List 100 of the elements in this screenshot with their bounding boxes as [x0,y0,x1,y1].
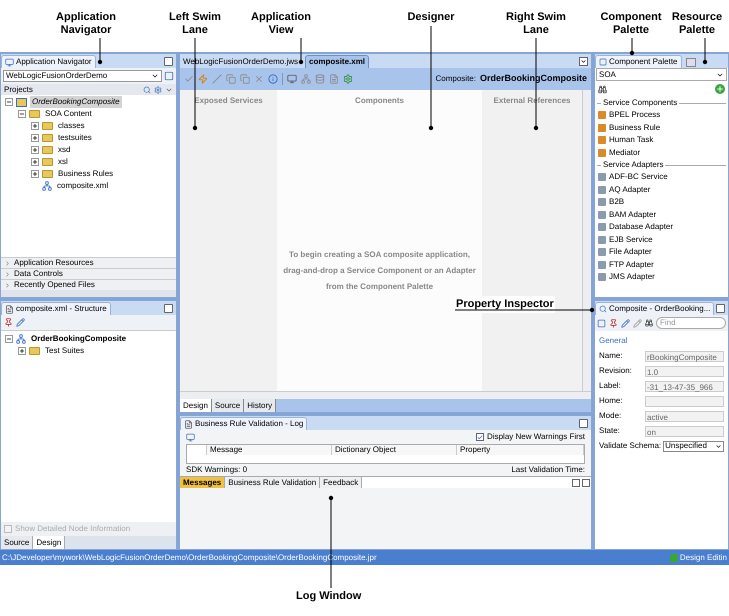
minimize-icon[interactable] [579,419,588,428]
collapse-icon[interactable] [5,98,13,106]
collapse-icon[interactable] [18,110,26,118]
category-dropdown[interactable]: SOA [596,68,727,81]
palette-item[interactable]: ADF-BC Service [595,171,728,184]
column-header[interactable]: Message [207,445,332,455]
tree-item[interactable]: OrderBookingComposite [29,333,128,345]
panel-tab[interactable]: Business Rule Validation - Log [180,417,308,430]
accordion-header[interactable]: Data Controls [1,268,176,279]
accordion-header[interactable]: Application Resources [1,257,176,268]
tree-item[interactable]: xsd [56,144,72,156]
callout-label: Application Navigator [55,11,117,37]
tree-item[interactable]: xsl [56,156,70,168]
expand-icon[interactable] [31,170,39,178]
schema-dropdown[interactable]: Unspecified [663,440,724,452]
palette-item[interactable]: Human Task [595,134,728,146]
view-tab[interactable]: Design [33,536,66,549]
tree-item[interactable]: SOA Content [43,108,94,120]
property-field[interactable]: 1.0 [645,366,724,376]
property-field[interactable] [645,396,724,406]
view-icon[interactable] [164,71,174,81]
monitor-icon[interactable] [287,74,297,84]
expand-icon[interactable] [31,158,39,166]
dropdown-icon[interactable] [579,57,588,66]
tree-item[interactable]: classes [56,120,87,132]
pin-icon[interactable] [4,318,13,327]
find-field[interactable]: Find [656,317,726,329]
panel-tab[interactable]: Composite - OrderBooking... [595,302,714,315]
leader-line [630,38,634,56]
add-icon[interactable] [715,84,725,94]
accordion-header[interactable]: Recently Opened Files [1,279,176,290]
resource-tab-icon[interactable] [686,58,696,67]
app-icon[interactable] [5,58,14,66]
palette-item[interactable]: File Adapter [595,246,728,258]
tree-item[interactable]: testsuites [56,132,94,144]
checkbox-label: Show Detailed Node Information [15,523,130,535]
collapse-icon[interactable] [5,335,13,343]
log-tab[interactable]: Business Rule Validation [225,477,320,488]
property-field[interactable]: active [645,410,724,422]
editor-mode: Design Editin [670,552,727,564]
palette-item[interactable]: AQ Adapter [595,184,728,196]
expand-icon[interactable] [31,146,39,154]
mode-icon [670,554,678,562]
project-icon [16,98,27,106]
search-icon[interactable] [143,86,151,94]
structure-icon[interactable] [5,304,14,314]
column-header[interactable]: Property [457,445,584,455]
projects-header[interactable]: Projects [4,84,33,96]
palette-item[interactable]: BPEL Process [595,109,728,122]
scroll-left-icon[interactable] [572,478,580,486]
property-field[interactable]: on [645,426,724,436]
inspector-icon[interactable] [599,305,607,313]
palette-item[interactable]: EJB Service [595,234,728,246]
select-icon[interactable] [597,318,606,328]
view-tab[interactable]: Source [212,399,244,412]
tree-item[interactable]: composite.xml [55,180,110,192]
pencil-icon[interactable] [633,318,642,328]
palette-item[interactable]: Mediator [595,146,728,159]
palette-item[interactable]: JMS Adapter [595,271,728,284]
log-tab[interactable]: Feedback [320,477,362,488]
settings-icon[interactable] [343,74,353,84]
settings-icon[interactable] [154,86,162,94]
view-tab[interactable]: Design [180,399,212,412]
edit-icon[interactable] [621,318,630,328]
scroll-right-icon[interactable] [582,478,590,486]
pin-icon[interactable] [609,318,618,328]
panel-tab[interactable]: Application Navigator [1,55,96,68]
check-icon[interactable] [184,74,194,84]
palette-item[interactable]: Database Adapter [595,221,728,234]
tree-item[interactable]: OrderBookingComposite [30,96,122,108]
column-header[interactable]: Dictionary Object [332,445,457,455]
application-dropdown[interactable]: WebLogicFusionOrderDemo [3,70,162,82]
monitor-icon[interactable] [186,432,195,442]
minimize-icon[interactable] [164,57,173,66]
panel-tab[interactable]: composite.xml - Structure [1,302,111,315]
view-tab[interactable]: Source [1,536,34,549]
folder-icon [42,170,53,178]
edit-icon[interactable] [16,318,25,327]
editor-tab[interactable]: composite.xml [305,55,370,68]
palette-item[interactable]: Business Rule [595,122,728,134]
binoculars-icon[interactable] [645,319,653,327]
panel-tab[interactable]: Component Palette [595,55,682,68]
palette-item[interactable]: FTP Adapter [595,258,728,271]
property-field[interactable]: rBookingComposite [645,350,724,362]
log-icon[interactable] [184,420,193,428]
palette-item[interactable]: BAM Adapter [595,208,728,221]
expand-icon[interactable] [31,122,39,130]
tree-item[interactable]: Test Suites [43,345,86,357]
palette-item[interactable]: B2B [595,196,728,208]
minimize-icon[interactable] [164,304,173,313]
binoculars-icon[interactable] [598,84,607,94]
log-tab[interactable]: Messages [180,477,226,488]
tree-item[interactable]: Business Rules [56,168,116,180]
expand-icon[interactable] [18,347,26,355]
property-field[interactable]: -31_13-47-35_966 [645,380,724,392]
view-tab[interactable]: History [244,399,276,412]
expand-icon[interactable] [31,134,39,142]
checkbox[interactable] [476,433,484,441]
minimize-icon[interactable] [716,304,725,313]
info-icon[interactable] [268,74,278,84]
